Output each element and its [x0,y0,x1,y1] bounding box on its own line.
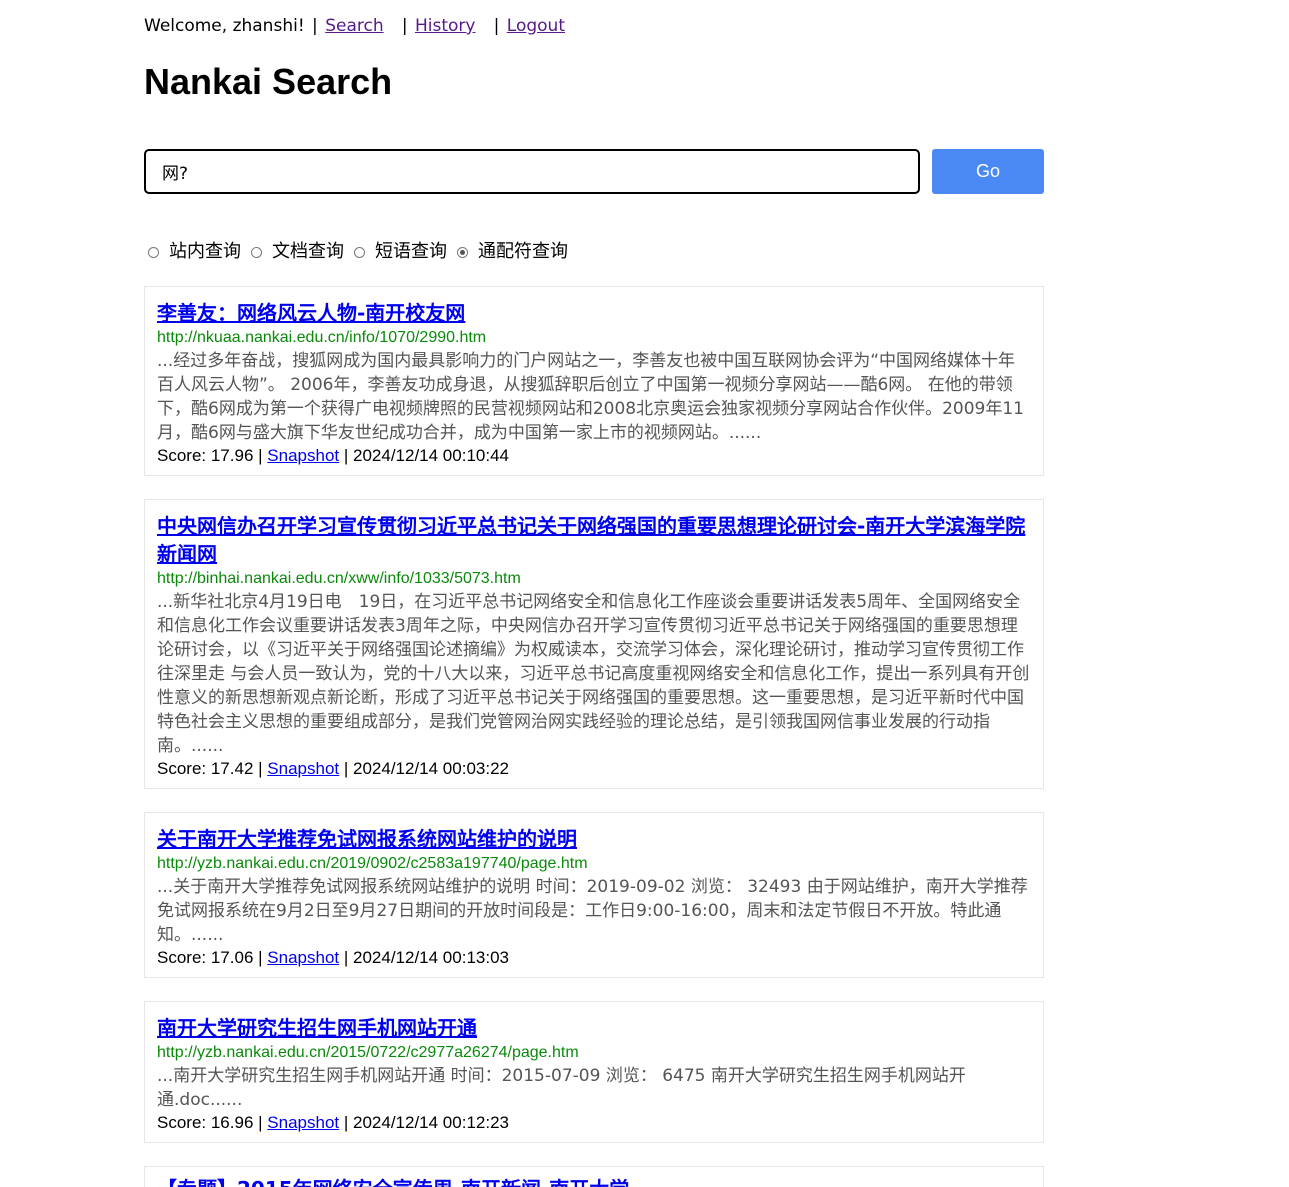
result-snippet: ...关于南开大学推荐免试网报系统网站维护的说明 时间：2019-09-02 浏… [157,877,1028,945]
result-title-link[interactable]: 关于南开大学推荐免试网报系统网站维护的说明 [157,825,1031,853]
query-type-group: 站内查询 文档查询 短语查询 通配符查询 [148,240,578,264]
result-meta: Score: 17.42 | Snapshot | 2024/12/14 00:… [157,759,509,778]
result-url: http://nkuaa.nankai.edu.cn/info/1070/299… [157,329,487,346]
welcome-text: Welcome, zhanshi! [144,16,305,36]
result-title-link[interactable]: 南开大学研究生招生网手机网站开通 [157,1014,1031,1042]
result-title-link[interactable]: 李善友：网络风云人物-南开校友网 [157,299,1031,327]
result-title-link[interactable]: 中央网信办召开学习宣传贯彻习近平总书记关于网络强国的重要思想理论研讨会-南开大学… [157,512,1031,568]
nav-link-search[interactable]: Search [325,16,383,36]
result-title-link[interactable]: 【专题】2015年网络安全宣传周-南开新闻-南开大学 [157,1175,1031,1187]
result-score: Score: 17.06 [157,948,254,967]
result-url: http://yzb.nankai.edu.cn/2019/0902/c2583… [157,855,588,872]
result-url: http://binhai.nankai.edu.cn/xww/info/103… [157,570,521,587]
page-title: Nankai Search [144,61,393,102]
top-nav: Welcome, zhanshi! | Search | History | L… [144,14,565,38]
nav-link-history[interactable]: History [415,16,475,36]
radio-phrase-query[interactable]: 短语查询 [354,240,447,264]
radio-wildcard-query-circle[interactable] [457,246,468,258]
radio-wildcard-query[interactable]: 通配符查询 [457,240,568,264]
result-snippet: ...南开大学研究生招生网手机网站开通 时间：2015-07-09 浏览： 64… [157,1066,966,1110]
radio-document-query-circle[interactable] [251,246,262,258]
result-meta: Score: 17.06 | Snapshot | 2024/12/14 00:… [157,948,509,967]
go-button[interactable]: Go [932,149,1044,194]
result-meta: Score: 16.96 | Snapshot | 2024/12/14 00:… [157,1113,509,1132]
result-meta: Score: 17.96 | Snapshot | 2024/12/14 00:… [157,446,509,465]
result-snippet: ...经过多年奋战，搜狐网成为国内最具影响力的门户网站之一，李善友也被中国互联网… [157,351,1024,443]
result-time: 2024/12/14 00:10:44 [353,446,509,465]
result-card: 【专题】2015年网络安全宣传周-南开新闻-南开大学 [144,1166,1044,1187]
radio-site-query-circle[interactable] [148,246,159,258]
snapshot-link[interactable]: Snapshot [267,1113,339,1132]
radio-site-query-label: 站内查询 [169,241,241,262]
nav-separator: | [401,16,408,36]
result-score: Score: 16.96 [157,1113,254,1132]
radio-site-query[interactable]: 站内查询 [148,240,241,264]
result-time: 2024/12/14 00:12:23 [353,1113,509,1132]
result-url: http://yzb.nankai.edu.cn/2015/0722/c2977… [157,1044,579,1061]
result-time: 2024/12/14 00:03:22 [353,759,509,778]
nav-separator: | [493,16,500,36]
snapshot-link[interactable]: Snapshot [267,948,339,967]
radio-document-query-label: 文档查询 [272,241,344,262]
result-time: 2024/12/14 00:13:03 [353,948,509,967]
snapshot-link[interactable]: Snapshot [267,759,339,778]
radio-wildcard-query-label: 通配符查询 [478,241,568,262]
radio-phrase-query-label: 短语查询 [375,241,447,262]
result-card: 中央网信办召开学习宣传贯彻习近平总书记关于网络强国的重要思想理论研讨会-南开大学… [144,499,1044,789]
result-card: 李善友：网络风云人物-南开校友网 http://nkuaa.nankai.edu… [144,286,1044,476]
result-snippet: ...新华社北京4月19日电 19日，在习近平总书记网络安全和信息化工作座谈会重… [157,592,1030,756]
result-card: 南开大学研究生招生网手机网站开通 http://yzb.nankai.edu.c… [144,1001,1044,1143]
nav-separator: | [312,16,318,36]
search-input[interactable] [144,149,920,194]
result-score: Score: 17.42 [157,759,254,778]
radio-phrase-query-circle[interactable] [354,246,365,258]
nav-link-logout[interactable]: Logout [507,16,565,36]
radio-document-query[interactable]: 文档查询 [251,240,344,264]
result-score: Score: 17.96 [157,446,254,465]
snapshot-link[interactable]: Snapshot [267,446,339,465]
result-card: 关于南开大学推荐免试网报系统网站维护的说明 http://yzb.nankai.… [144,812,1044,978]
